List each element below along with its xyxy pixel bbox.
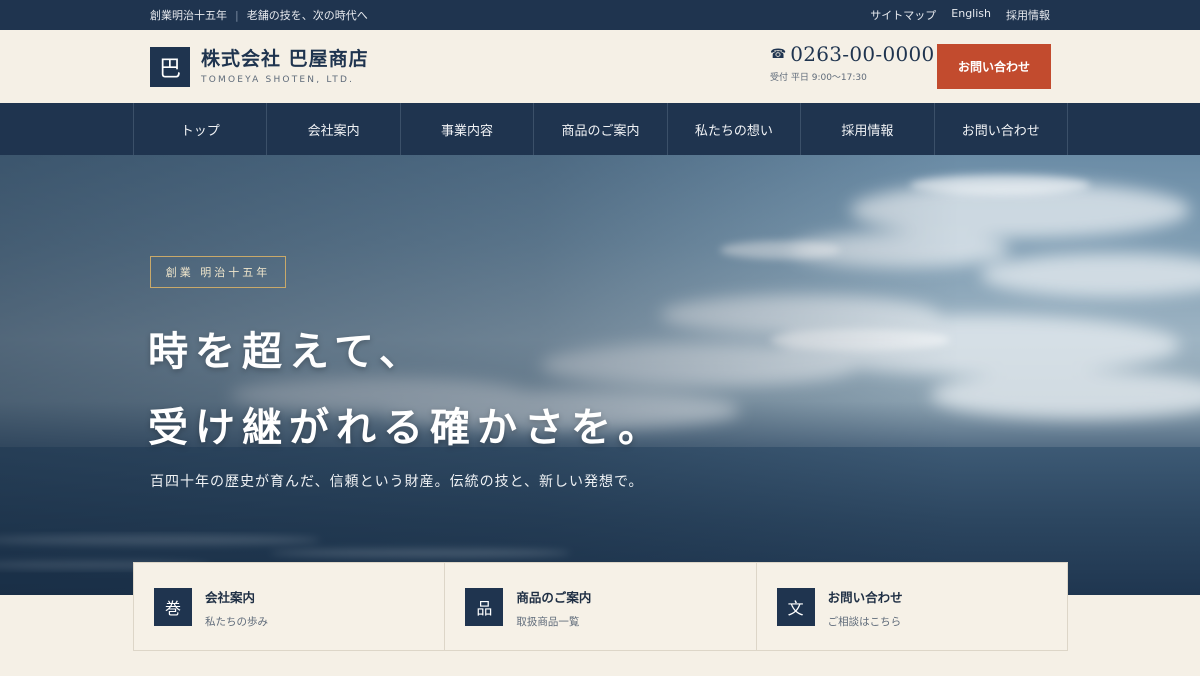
card-contact-desc: ご相談はこちら — [827, 616, 902, 628]
scroll-icon: 巻 — [154, 588, 192, 626]
nav-item-products[interactable]: 商品のご案内 — [534, 103, 668, 155]
utility-links: サイトマップ English 採用情報 — [870, 7, 1050, 23]
nav-item-recruit[interactable]: 採用情報 — [801, 103, 935, 155]
nav-item-company[interactable]: 会社案内 — [267, 103, 401, 155]
global-nav-list: トップ 会社案内 事業内容 商品のご案内 私たちの想い 採用情報 お問い合わせ — [133, 103, 1068, 155]
phone-number[interactable]: 0263-00-0000 — [790, 42, 934, 66]
tagline: 創業明治十五年 | 老舗の技を、次の時代へ — [150, 7, 368, 23]
hero-subheadline: 百四十年の歴史が育んだ、信頼という財産。伝統の技と、新しい発想で。 — [150, 474, 644, 490]
hero-section: 創業 明治十五年 時を超えて、 受け継がれる確かさを。 百四十年の歴史が育んだ、… — [0, 155, 1200, 595]
top-utility-bar-inner: 創業明治十五年 | 老舗の技を、次の時代へ サイトマップ English 採用情… — [150, 0, 1050, 30]
global-nav: トップ 会社案内 事業内容 商品のご案内 私たちの想い 採用情報 お問い合わせ — [0, 103, 1200, 155]
utility-link-english[interactable]: English — [951, 7, 991, 23]
letter-icon: 文 — [776, 588, 815, 626]
phone-icon: ☎ — [770, 46, 787, 62]
card-company-title: 会社案内 — [205, 590, 256, 605]
tagline-divider: | — [235, 8, 239, 22]
contact-button[interactable]: お問い合わせ — [937, 44, 1051, 89]
card-products[interactable]: 品 商品のご案内 取扱商品一覧 — [445, 563, 757, 650]
nav-item-business[interactable]: 事業内容 — [401, 103, 535, 155]
utility-link-recruit[interactable]: 採用情報 — [1006, 7, 1050, 23]
phone-contact: ☎ 0263-00-0000 受付 平日 9:00〜17:30 — [770, 42, 935, 83]
nav-item-philosophy[interactable]: 私たちの想い — [668, 103, 802, 155]
logo-mark[interactable]: 巴 — [150, 47, 190, 87]
established-badge: 創業 明治十五年 — [150, 256, 286, 288]
card-contact[interactable]: 文 お問い合わせ ご相談はこちら — [757, 563, 1067, 650]
site-header: 巴 株式会社 巴屋商店 TOMOEYA SHOTEN, LTD. ☎ 0263-… — [0, 30, 1200, 103]
tagline-established: 創業明治十五年 — [150, 9, 227, 22]
company-name-english: TOMOEYA SHOTEN, LTD. — [201, 75, 355, 85]
utility-link-sitemap[interactable]: サイトマップ — [870, 7, 936, 23]
card-products-title: 商品のご案内 — [516, 590, 592, 605]
card-products-desc: 取扱商品一覧 — [516, 616, 580, 628]
card-company-desc: 私たちの歩み — [205, 616, 268, 628]
card-company[interactable]: 巻 会社案内 私たちの歩み — [134, 563, 446, 650]
hero-headline-line1: 時を超えて、 — [148, 328, 426, 375]
phone-hours: 受付 平日 9:00〜17:30 — [770, 73, 867, 83]
hero-headline-line2: 受け継がれる確かさを。 — [148, 404, 665, 451]
top-utility-bar: 創業明治十五年 | 老舗の技を、次の時代へ サイトマップ English 採用情… — [0, 0, 1200, 30]
company-name[interactable]: 株式会社 巴屋商店 — [201, 44, 369, 71]
nav-item-contact[interactable]: お問い合わせ — [935, 103, 1068, 155]
nav-item-top[interactable]: トップ — [134, 103, 268, 155]
goods-icon: 品 — [465, 588, 504, 626]
quick-link-cards: 巻 会社案内 私たちの歩み 品 商品のご案内 取扱商品一覧 文 お問い合わせ ご… — [133, 562, 1068, 651]
phone-row: ☎ 0263-00-0000 — [770, 42, 935, 66]
tagline-message: 老舗の技を、次の時代へ — [246, 9, 368, 22]
card-contact-title: お問い合わせ — [827, 590, 903, 605]
